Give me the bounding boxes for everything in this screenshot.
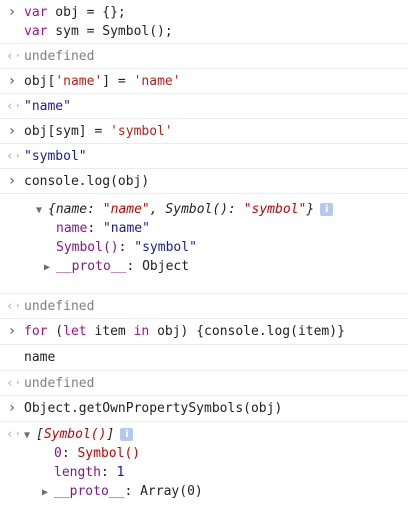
code-text: Object.getOwnPropertySymbols(obj) (24, 401, 283, 416)
property-value: 1 (116, 465, 125, 480)
brace: { (48, 202, 56, 217)
result-value: undefined (24, 376, 95, 391)
property-key: name (56, 221, 88, 236)
property-row: name: "name" (24, 219, 402, 238)
console-log-output: name (0, 345, 408, 371)
string-literal: 'name' (133, 74, 181, 89)
info-icon[interactable]: i (120, 428, 134, 441)
object-preview[interactable]: ▼ {name: "name", Symbol(): "symbol"} i (24, 200, 402, 219)
preview-key: Symbol() (165, 202, 229, 217)
code-text: obj[sym] = (24, 124, 111, 139)
property-row: Symbol(): "symbol" (24, 238, 402, 257)
code-text: ] = (102, 74, 134, 89)
string-literal: 'name' (55, 74, 103, 89)
result-value: undefined (24, 49, 95, 64)
bracket: [ (36, 427, 44, 442)
code-text: obj = {}; (47, 5, 126, 20)
separator: : (126, 259, 143, 274)
chevron-right-icon: › (7, 323, 17, 339)
keyword: in (133, 324, 150, 339)
code-text: console.log(obj) (24, 174, 150, 189)
code-text: sym = Symbol(); (47, 24, 173, 39)
triangle-right-icon[interactable]: ▶ (42, 483, 54, 502)
keyword: var (24, 5, 48, 20)
property-value: "symbol" (134, 240, 197, 255)
keyword: for (24, 324, 48, 339)
info-icon[interactable]: i (320, 203, 334, 216)
chevron-right-icon: › (7, 400, 17, 416)
console-input-entry[interactable]: › for (let item in obj) {console.log(ite… (0, 319, 408, 345)
proto-row[interactable]: ▶ __proto__: Object (24, 257, 402, 276)
separator: , (149, 202, 166, 217)
triangle-down-icon[interactable]: ▼ (36, 201, 48, 220)
console-result-entry: ‹· undefined (0, 44, 408, 69)
log-text: name (24, 350, 56, 365)
preview-value: Symbol() (43, 427, 107, 442)
preview-key: name (55, 202, 88, 217)
property-key: 0 (54, 446, 62, 461)
separator: : (118, 240, 135, 255)
separator: : (100, 465, 117, 480)
separator: : (228, 202, 244, 217)
console-result-entry: ‹· undefined (0, 371, 408, 396)
property-key: __proto__ (56, 259, 127, 274)
code-text: obj) {console.log(item)} (149, 324, 345, 339)
console-input-entry[interactable]: › var obj = {}; var sym = Symbol(); (0, 0, 408, 44)
result-value: "symbol" (24, 149, 87, 164)
console-result-entry: ‹· undefined (0, 294, 408, 319)
return-arrow-icon: ‹· (6, 99, 22, 114)
proto-row[interactable]: ▶ __proto__: Array(0) (24, 482, 402, 501)
property-key: Symbol() (56, 240, 119, 255)
keyword: let (63, 324, 87, 339)
keyword: var (24, 24, 48, 39)
return-arrow-icon: ‹· (6, 149, 22, 164)
property-row: 0: Symbol() (24, 444, 402, 463)
separator: : (87, 221, 103, 236)
code-text: obj[ (24, 74, 56, 89)
triangle-down-icon[interactable]: ▼ (24, 426, 36, 445)
chevron-right-icon: › (7, 73, 17, 89)
console-input-entry[interactable]: › Object.getOwnPropertySymbols(obj) (0, 396, 408, 422)
property-value: "name" (102, 221, 150, 236)
devtools-console: › var obj = {}; var sym = Symbol(); ‹· u… (0, 0, 408, 518)
console-input-entry[interactable]: › obj[sym] = 'symbol' (0, 119, 408, 144)
property-value: Symbol() (77, 446, 141, 461)
console-result-entry: ‹· "symbol" (0, 144, 408, 169)
triangle-right-icon[interactable]: ▶ (44, 258, 56, 277)
chevron-right-icon: › (7, 123, 17, 139)
console-log-output: ▼ {name: "name", Symbol(): "symbol"} i nam… (0, 194, 408, 294)
preview-value: "symbol" (243, 202, 307, 217)
chevron-right-icon: › (7, 173, 17, 189)
console-input-entry[interactable]: › obj['name'] = 'name' (0, 69, 408, 94)
code-text: item (86, 324, 134, 339)
brace: } (306, 202, 315, 217)
preview-value: "name" (102, 202, 150, 217)
string-literal: 'symbol' (110, 124, 173, 139)
separator: : (124, 484, 141, 499)
return-arrow-icon: ‹· (6, 299, 22, 314)
property-key: __proto__ (54, 484, 125, 499)
chevron-right-icon: › (7, 4, 17, 20)
return-arrow-icon: ‹· (6, 427, 22, 442)
console-input-entry[interactable]: › console.log(obj) (0, 169, 408, 194)
result-value: undefined (24, 299, 95, 314)
console-result-entry: ‹· "name" (0, 94, 408, 119)
return-arrow-icon: ‹· (6, 376, 22, 391)
code-text: ( (47, 324, 64, 339)
property-value: Object (142, 259, 190, 274)
return-arrow-icon: ‹· (6, 49, 22, 64)
bracket: ] (106, 427, 115, 442)
property-key: length (54, 465, 101, 480)
property-row: length: 1 (24, 463, 402, 482)
array-preview[interactable]: ▼ [Symbol()] i (24, 425, 402, 444)
separator: : (61, 446, 78, 461)
property-value: Array(0) (140, 484, 203, 499)
separator: : (87, 202, 103, 217)
result-value: "name" (24, 99, 71, 114)
console-result-entry: ‹· ▼ [Symbol()] i 0: Symbol() length: 1 ▶ _… (0, 422, 408, 518)
